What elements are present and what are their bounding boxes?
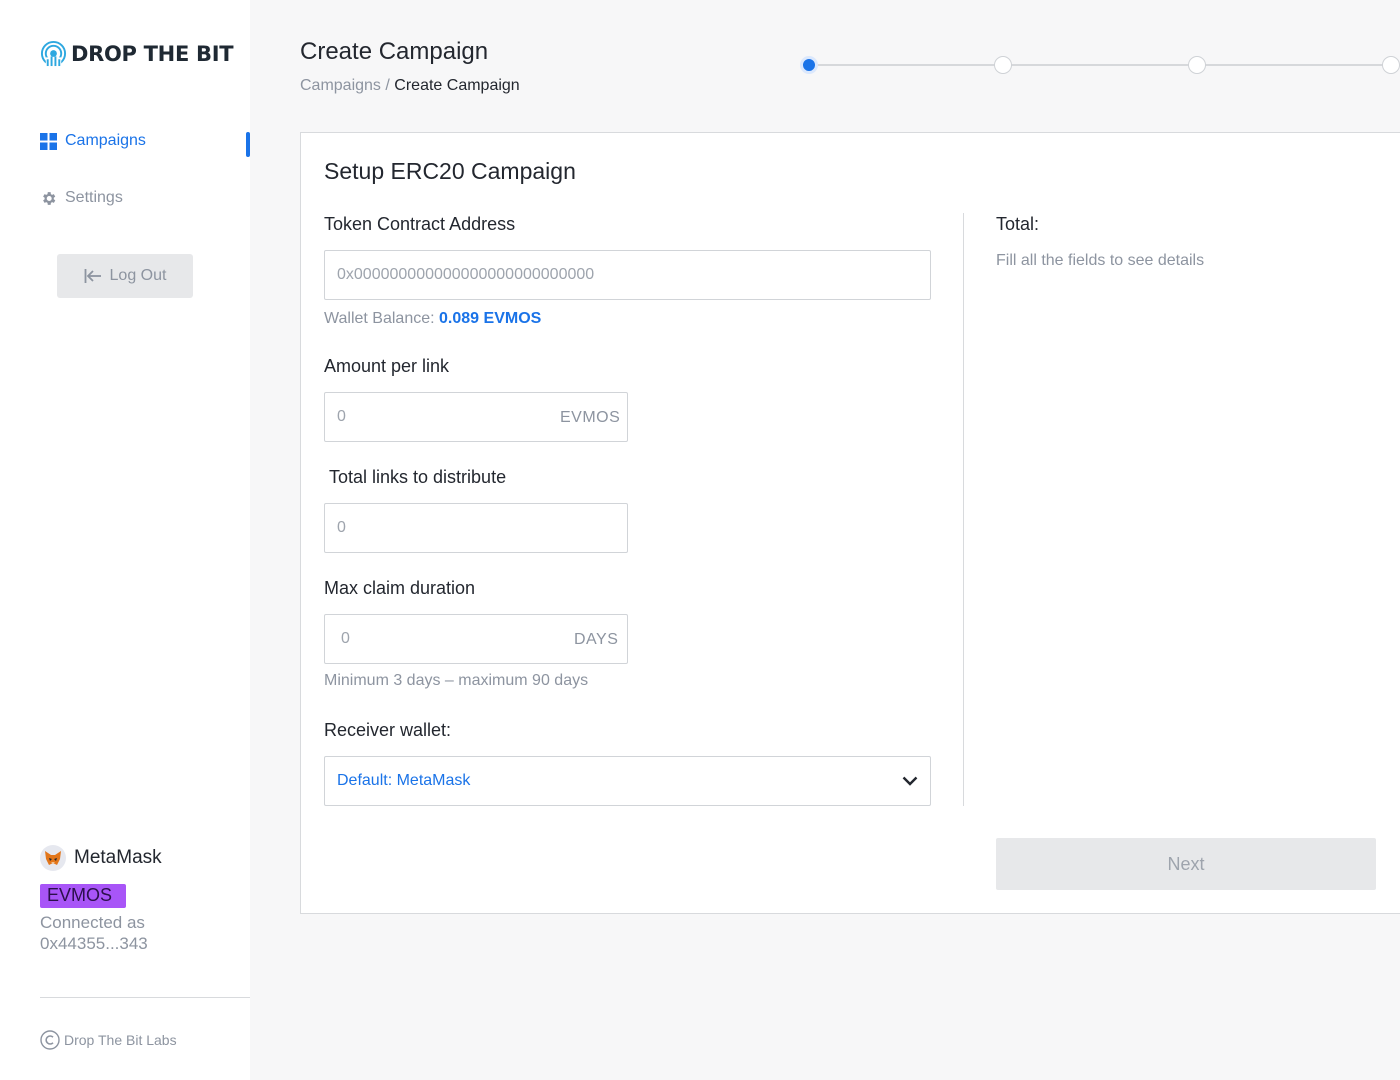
receiver-wallet-value: Default: MetaMask xyxy=(337,772,471,789)
receiver-wallet-label: Receiver wallet: xyxy=(324,720,452,740)
progress-stepper xyxy=(800,56,1400,74)
brand-name: DROP THE BIT xyxy=(71,41,234,66)
logout-label: Log Out xyxy=(109,267,167,284)
signal-broadcast-icon xyxy=(40,40,67,67)
token-address-label: Token Contract Address xyxy=(324,214,516,234)
token-address-input[interactable] xyxy=(324,250,931,300)
column-divider xyxy=(963,213,964,806)
metamask-fox-icon xyxy=(40,845,66,871)
chevron-down-icon xyxy=(902,776,918,786)
total-hint: Fill all the fields to see details xyxy=(996,252,1205,269)
step-1-dot xyxy=(800,56,818,74)
page-title: Create Campaign xyxy=(300,38,489,65)
wallet-balance-label: Wallet Balance: xyxy=(324,310,435,327)
grid-icon xyxy=(40,132,57,150)
active-nav-indicator xyxy=(246,132,250,157)
wallet-balance: Wallet Balance: 0.089 EVMOS xyxy=(324,310,541,328)
amount-per-link-label: Amount per link xyxy=(324,356,450,376)
max-claim-duration-input[interactable] xyxy=(324,614,628,664)
amount-per-link-input[interactable] xyxy=(324,392,628,442)
step-4-dot xyxy=(1382,56,1400,74)
brand-logo[interactable]: DROP THE BIT xyxy=(40,40,234,67)
wallet-info: MetaMask EVMOS Connected as 0x44355...34… xyxy=(40,845,162,954)
step-2-dot xyxy=(994,56,1012,74)
connected-label: Connected as xyxy=(40,913,145,932)
breadcrumb: Campaigns / Create Campaign xyxy=(300,77,520,95)
campaign-setup-card: Setup ERC20 Campaign Token Contract Addr… xyxy=(300,132,1400,914)
breadcrumb-link-campaigns[interactable]: Campaigns xyxy=(300,77,381,94)
logout-button[interactable]: Log Out xyxy=(57,254,193,298)
card-title: Setup ERC20 Campaign xyxy=(324,158,576,184)
next-button[interactable]: Next xyxy=(996,838,1376,890)
step-3-dot xyxy=(1188,56,1206,74)
sidebar-item-campaigns[interactable]: Campaigns xyxy=(40,132,146,150)
connected-status: Connected as 0x44355...343 xyxy=(40,912,162,954)
sidebar-item-settings[interactable]: Settings xyxy=(40,189,123,207)
total-links-label: Total links to distribute xyxy=(329,467,507,487)
wallet-address: 0x44355...343 xyxy=(40,934,148,953)
wallet-balance-value: 0.089 EVMOS xyxy=(439,310,542,327)
gear-icon xyxy=(43,191,56,205)
sidebar: DROP THE BIT Campaigns Settings Log Out xyxy=(0,0,250,1080)
total-label: Total: xyxy=(996,214,1040,234)
logout-arrow-icon xyxy=(84,269,101,283)
max-claim-duration-label: Max claim duration xyxy=(324,578,476,598)
network-badge: EVMOS xyxy=(40,884,126,908)
wallet-name: MetaMask xyxy=(74,847,162,868)
duration-hint: Minimum 3 days – maximum 90 days xyxy=(324,672,589,689)
total-links-input[interactable] xyxy=(324,503,628,553)
breadcrumb-current: Create Campaign xyxy=(394,77,520,94)
receiver-wallet-select[interactable]: Default: MetaMask xyxy=(324,756,931,806)
sidebar-divider xyxy=(40,997,250,998)
stepper-track xyxy=(809,64,1390,66)
copyright-icon xyxy=(40,1030,60,1050)
sidebar-item-label: Campaigns xyxy=(65,132,146,149)
footer-text: Drop The Bit Labs xyxy=(64,1032,177,1048)
breadcrumb-separator: / xyxy=(385,77,390,94)
footer: Drop The Bit Labs xyxy=(40,1030,177,1050)
sidebar-item-label: Settings xyxy=(65,189,123,206)
